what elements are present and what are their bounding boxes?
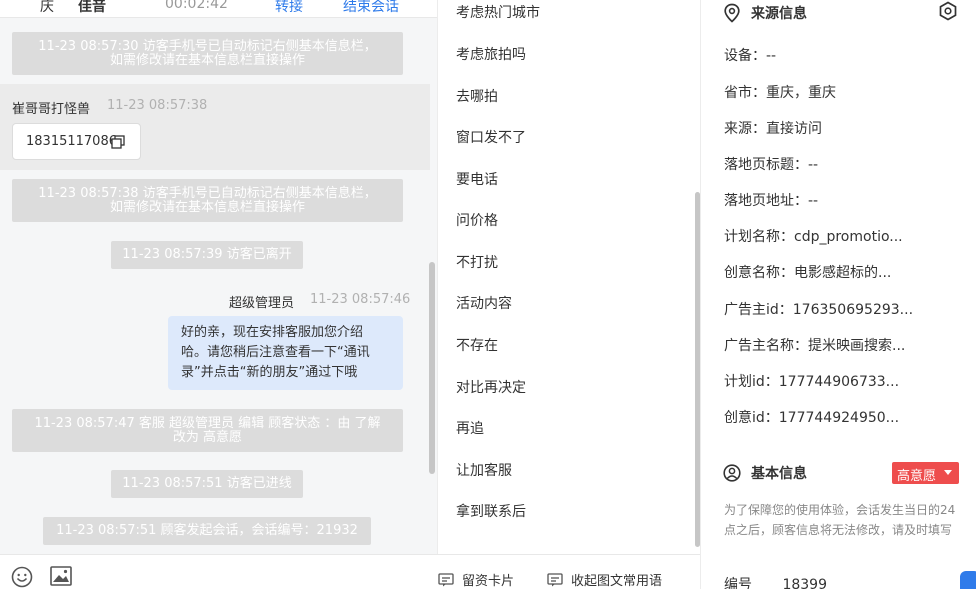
edit-notice: 为了保障您的使用体验，会话发生当日的24点之后，顾客信息将无法修改，请及时填写 [724,503,956,537]
session-header: 庆 佳音 00:02:42 转接 结束会话 [0,0,437,18]
system-message: 11-23 08:57:51 顾客发起会话，会话编号：21932 [43,517,371,545]
visitor-phone: 18315117086 [26,134,117,149]
quick-reply-item[interactable]: 不打扰 [456,252,498,272]
quick-reply-item[interactable]: 问价格 [456,210,498,230]
quick-reply-item[interactable]: 考虑旅拍吗 [456,44,526,64]
emoji-icon[interactable] [11,566,33,588]
quick-reply-item[interactable]: 拿到联系后 [456,501,526,521]
caret-down-icon [944,470,952,475]
creative-id: 创意id：177744924950... [724,410,900,426]
customer-id-label: 编号 [724,577,752,589]
source-region: 省市：重庆，重庆 [724,85,836,101]
quick-reply-item[interactable]: 去哪拍 [456,86,498,106]
intent-status-dropdown[interactable]: 高意愿 [892,462,959,484]
composer-toolbar: 留资卡片 收起图文常用语 [0,554,700,589]
session-name: 佳音 [78,0,106,15]
system-message: 11-23 08:57:51 访客已进线 [111,470,303,498]
system-message: 11-23 08:57:47 客服 超级管理员 编辑 顾客状态 ：由 了解 改为… [12,409,403,452]
source-info-header: 来源信息 [723,3,807,23]
basic-info-title: 基本信息 [751,466,807,482]
session-duration: 00:02:42 [165,0,228,12]
user-circle-icon [723,464,741,482]
copy-icon[interactable] [111,135,125,149]
visitor-name-fragment: 庆 [40,0,54,15]
customer-info-panel: 来源信息 设备：-- 省市：重庆，重庆 来源：直接访问 落地页标题：-- 落地页… [700,0,976,589]
intent-status-label: 高意愿 [897,469,937,484]
collapse-phrases-button[interactable]: 收起图文常用语 [547,570,662,589]
basic-info-header: 基本信息 [723,463,807,483]
quick-reply-item[interactable]: 让加客服 [456,460,512,480]
message-icon [547,572,563,586]
card-icon [438,572,454,586]
creative-name: 创意名称：电影感超标的... [724,265,892,281]
message-time: 11-23 08:57:46 [310,292,411,307]
landing-page-url: 落地页地址：-- [724,193,819,209]
system-message: 11-23 08:57:30 访客手机号已自动标记右侧基本信息栏， 如需修改请在… [12,32,403,75]
source-device: 设备：-- [724,48,777,64]
chat-scrollbar[interactable] [429,262,435,474]
floating-action-button[interactable] [960,571,976,589]
plan-name: 计划名称：cdp_promotio... [724,229,903,245]
collapse-phrases-label: 收起图文常用语 [571,574,663,589]
advertiser-name: 广告主名称：提米映画搜索... [724,338,906,354]
source-info-title: 来源信息 [751,6,807,22]
chat-panel: 庆 佳音 00:02:42 转接 结束会话 11-23 08:57:30 访客手… [0,0,437,554]
quick-reply-item[interactable]: 不存在 [456,335,498,355]
agent-name: 超级管理员 [229,296,295,311]
settings-icon[interactable] [938,1,958,21]
lead-card-button[interactable]: 留资卡片 [438,570,514,589]
plan-id: 计划id：177744906733... [724,374,900,390]
system-message: 11-23 08:57:39 访客已离开 [111,241,303,269]
quick-reply-item[interactable]: 要电话 [456,169,498,189]
phone-bubble: 18315117086 [12,123,141,160]
landing-page-title: 落地页标题：-- [724,157,819,173]
end-session-button[interactable]: 结束会话 [343,0,399,16]
visitor-name: 崔哥哥打怪兽 [12,102,91,117]
customer-id-row: 编号 18399 [724,574,827,589]
quick-reply-item[interactable]: 对比再决定 [456,377,526,397]
lead-card-label: 留资卡片 [462,574,515,589]
transfer-button[interactable]: 转接 [275,0,303,16]
quick-reply-item[interactable]: 考虑热门城市 [456,2,540,22]
source-channel: 来源：直接访问 [724,121,822,137]
image-icon[interactable] [50,566,72,586]
quick-reply-item[interactable]: 窗口发不了 [456,127,526,147]
agent-message: 好的亲，现在安排客服加您介绍 哈。请您稍后注意查看一下“通讯 录”并点击“新的朋… [168,316,403,390]
system-message: 11-23 08:57:38 访客手机号已自动标记右侧基本信息栏， 如需修改请在… [12,179,403,222]
location-pin-icon [724,3,740,23]
customer-id-value: 18399 [782,577,827,589]
quick-reply-item[interactable]: 活动内容 [456,293,512,313]
message-time: 11-23 08:57:38 [107,98,208,113]
quick-reply-list: 考虑热门城市 考虑旅拍吗 去哪拍 窗口发不了 要电话 问价格 不打扰 活动内容 … [437,0,700,554]
visitor-message: 崔哥哥打怪兽 11-23 08:57:38 18315117086 [0,84,430,170]
quick-reply-item[interactable]: 再追 [456,418,484,438]
advertiser-id: 广告主id：176350695293... [724,302,914,318]
